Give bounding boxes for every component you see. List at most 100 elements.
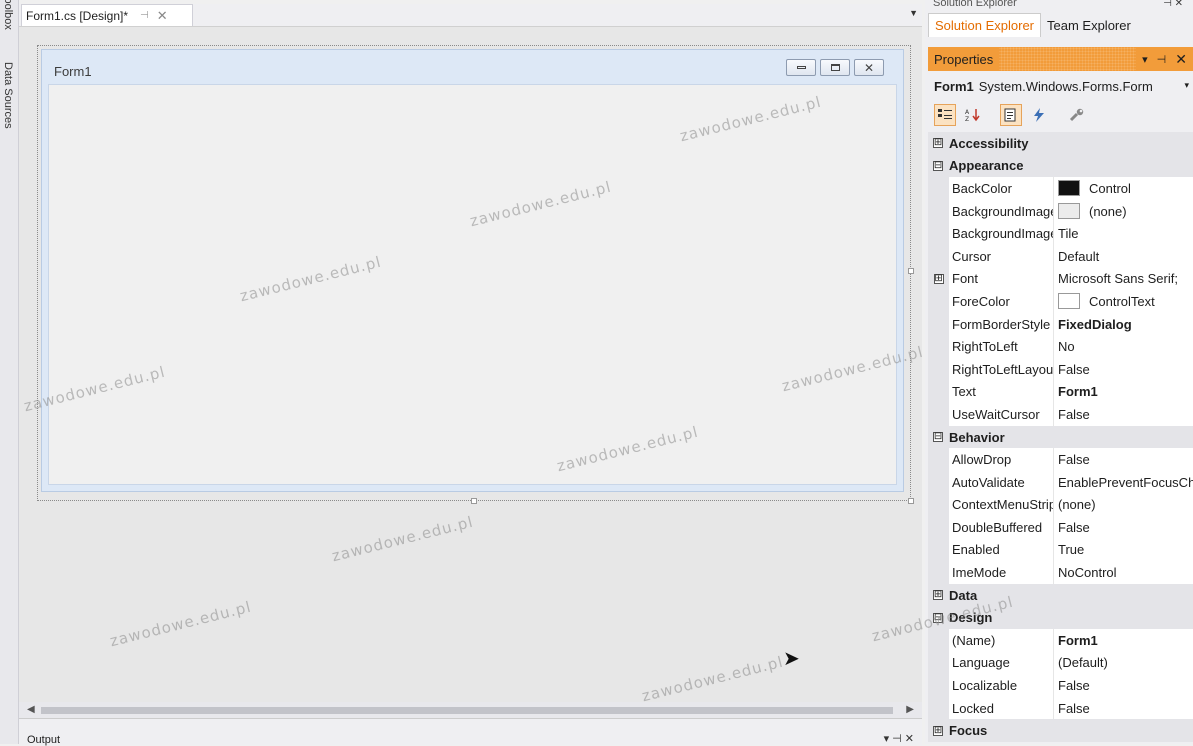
expander-icon[interactable]: ⊟ <box>933 612 943 623</box>
property-value[interactable]: False <box>1054 358 1193 381</box>
property-row[interactable]: ⊞ Font Microsoft Sans Serif; <box>928 267 1193 291</box>
property-row[interactable]: ForeColor ControlText <box>928 290 1193 313</box>
svg-text:Z: Z <box>965 116 969 122</box>
property-row[interactable]: (Name) Form1 <box>928 629 1193 652</box>
form-window[interactable]: Form1 ✕ <box>41 49 904 492</box>
expander-icon[interactable]: ⊟ <box>933 160 943 171</box>
property-value-text: False <box>1058 406 1090 422</box>
property-value[interactable]: Microsoft Sans Serif; <box>1054 268 1193 291</box>
property-value[interactable]: False <box>1054 697 1193 720</box>
form-client-area[interactable] <box>48 84 897 485</box>
property-value[interactable]: False <box>1054 674 1193 697</box>
property-value[interactable]: False <box>1054 403 1193 426</box>
property-row[interactable]: Enabled True <box>928 538 1193 562</box>
property-row[interactable]: RightToLeft No <box>928 335 1193 358</box>
object-selector[interactable]: Form1 System.Windows.Forms.Form ▾ <box>928 74 1193 98</box>
pin-icon[interactable]: ⊣ <box>140 10 149 21</box>
property-category[interactable]: ⊞ Accessibility <box>928 132 1193 155</box>
solution-explorer-controls[interactable]: ⊣ ✕ <box>1163 0 1183 9</box>
property-row[interactable]: AllowDrop False <box>928 448 1193 471</box>
property-row[interactable]: Text Form1 <box>928 380 1193 404</box>
property-category[interactable]: ⊟ Appearance <box>928 154 1193 178</box>
property-value[interactable]: (Default) <box>1054 652 1193 675</box>
property-row[interactable]: Cursor Default <box>928 244 1193 268</box>
data-sources-tab[interactable]: Data Sources <box>2 62 14 129</box>
property-value[interactable]: Control <box>1054 177 1193 200</box>
property-row[interactable]: ImeMode NoControl <box>928 561 1193 584</box>
scroll-thumb[interactable] <box>41 707 893 714</box>
property-row[interactable]: RightToLeftLayout False <box>928 357 1193 381</box>
property-row[interactable]: UseWaitCursor False <box>928 403 1193 426</box>
property-value[interactable]: Form1 <box>1054 381 1193 404</box>
property-value[interactable]: ControlText <box>1054 290 1193 313</box>
property-row[interactable]: AutoValidateEnablePreventFocusChange <box>928 470 1193 494</box>
property-row[interactable]: BackColor Control <box>928 177 1193 200</box>
property-gutter <box>928 651 949 675</box>
property-value-text: Form1 <box>1058 632 1098 648</box>
expander-icon[interactable]: ⊞ <box>933 590 943 601</box>
property-row[interactable]: Language (Default) <box>928 651 1193 675</box>
property-row[interactable]: Locked False <box>928 696 1193 720</box>
scroll-left-icon[interactable]: ◀ <box>27 704 35 715</box>
properties-view-button[interactable] <box>1000 104 1022 126</box>
property-value-text: EnablePreventFocusChange <box>1058 474 1193 490</box>
property-value[interactable]: True <box>1054 539 1193 562</box>
property-name: Cursor <box>949 244 1054 268</box>
property-row[interactable]: ContextMenuStrip (none) <box>928 493 1193 517</box>
close-icon[interactable]: ✕ <box>1175 51 1187 68</box>
expander-icon[interactable]: ⊞ <box>933 725 943 736</box>
toolbox-tab[interactable]: Toolbox <box>2 0 14 30</box>
chevron-down-icon[interactable]: ▾ <box>1184 80 1189 91</box>
property-name: RightToLeftLayout <box>949 357 1054 381</box>
property-category[interactable]: ⊟ Behavior <box>928 425 1193 449</box>
events-button[interactable] <box>1028 104 1050 126</box>
property-category[interactable]: ⊞ Data <box>928 583 1193 607</box>
tab-team-explorer[interactable]: Team Explorer <box>1041 13 1137 37</box>
property-value[interactable]: False <box>1054 448 1193 471</box>
property-value[interactable]: Form1 <box>1054 629 1193 652</box>
property-name: Language <box>949 651 1054 675</box>
expander-icon[interactable]: ⊟ <box>933 432 943 443</box>
property-value[interactable]: Default <box>1054 245 1193 268</box>
property-row[interactable]: Localizable False <box>928 674 1193 697</box>
pin-icon[interactable]: ⊣ <box>1157 53 1167 66</box>
property-name: Text <box>949 380 1054 404</box>
resize-handle-corner[interactable] <box>908 498 914 504</box>
alphabetical-icon: AZ <box>965 109 980 122</box>
property-pages-button[interactable] <box>1066 104 1088 126</box>
property-row[interactable]: BackgroundImageLayoutTile <box>928 222 1193 245</box>
property-value[interactable]: (none) <box>1054 200 1193 223</box>
resize-handle-right[interactable] <box>908 268 914 274</box>
property-name: BackgroundImage <box>949 199 1054 223</box>
expander-icon[interactable]: ⊞ <box>933 273 944 284</box>
output-controls[interactable]: ▾ ⊣ ✕ <box>884 732 914 745</box>
tab-solution-explorer[interactable]: Solution Explorer <box>928 13 1041 37</box>
tab-form1-design[interactable]: Form1.cs [Design]* ⊣ ✕ <box>21 4 193 26</box>
document-tab-bar: Form1.cs [Design]* ⊣ ✕ ▼ <box>19 4 922 26</box>
close-icon[interactable]: ✕ <box>157 8 168 24</box>
property-value[interactable]: False <box>1054 516 1193 539</box>
property-row[interactable]: DoubleBuffered False <box>928 516 1193 539</box>
property-value[interactable]: Tile <box>1054 222 1193 245</box>
dropdown-icon[interactable]: ▾ <box>1142 53 1148 66</box>
property-value[interactable]: (none) <box>1054 494 1193 517</box>
property-gutter <box>928 199 949 223</box>
expander-icon[interactable]: ⊞ <box>933 138 943 149</box>
property-row[interactable]: FormBorderStyle FixedDialog <box>928 312 1193 336</box>
property-value[interactable]: NoControl <box>1054 561 1193 584</box>
property-value[interactable]: FixedDialog <box>1054 313 1193 336</box>
tab-dropdown-icon[interactable]: ▼ <box>909 8 918 18</box>
property-value-text: NoControl <box>1058 565 1117 581</box>
categorized-button[interactable] <box>934 104 956 126</box>
property-row[interactable]: BackgroundImage (none) <box>928 199 1193 223</box>
design-surface[interactable]: Form1 ✕ ➤ <box>19 26 922 703</box>
resize-handle-bottom[interactable] <box>471 498 477 504</box>
property-category[interactable]: ⊞ Focus <box>928 719 1193 743</box>
scroll-right-icon[interactable]: ▶ <box>906 704 914 715</box>
property-value[interactable]: EnablePreventFocusChange <box>1054 471 1193 494</box>
property-value[interactable]: No <box>1054 335 1193 358</box>
property-value-text: Control <box>1089 180 1131 196</box>
alphabetical-button[interactable]: AZ <box>962 104 984 126</box>
property-category[interactable]: ⊟ Design <box>928 606 1193 630</box>
horizontal-scrollbar[interactable]: ◀ ▶ <box>19 702 922 718</box>
